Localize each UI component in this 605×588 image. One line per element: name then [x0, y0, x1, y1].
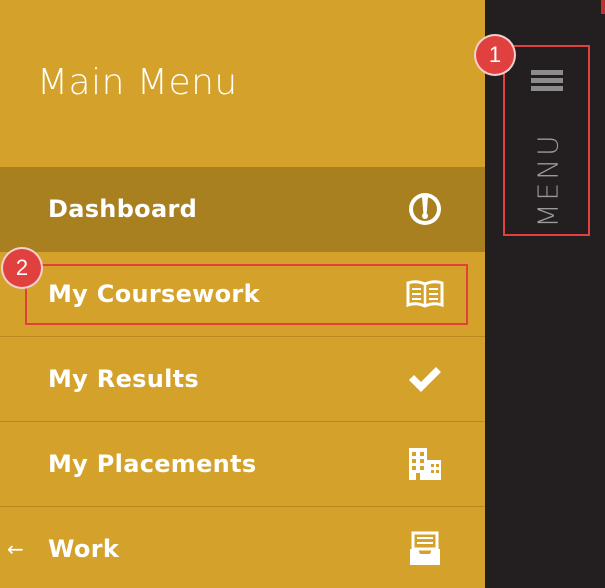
menu-item-my-results[interactable]: My Results [0, 337, 485, 422]
menu-list: Dashboard My Coursework My Results My Pl… [0, 167, 485, 588]
menu-item-label: Work [48, 535, 120, 563]
annotation-badge-2: 2 [3, 249, 41, 287]
menu-item-label: Dashboard [48, 195, 198, 223]
menu-item-work[interactable]: ← Work [0, 507, 485, 588]
hamburger-icon [531, 70, 563, 92]
menu-toggle-label: MENU [531, 132, 565, 228]
corner-accent [601, 0, 605, 14]
back-arrow-icon[interactable]: ← [7, 537, 24, 561]
annotation-badge-1: 1 [476, 36, 514, 74]
checkmark-icon [405, 359, 445, 399]
buildings-icon [405, 444, 445, 484]
gauge-icon [405, 189, 445, 229]
menu-item-my-placements[interactable]: My Placements [0, 422, 485, 507]
annotation-highlight-box [25, 264, 468, 325]
inbox-tray-icon [405, 529, 445, 569]
menu-title: Main Menu [37, 62, 238, 103]
menu-item-label: My Placements [48, 450, 257, 478]
menu-item-label: My Results [48, 365, 199, 393]
menu-item-dashboard[interactable]: Dashboard [0, 167, 485, 252]
